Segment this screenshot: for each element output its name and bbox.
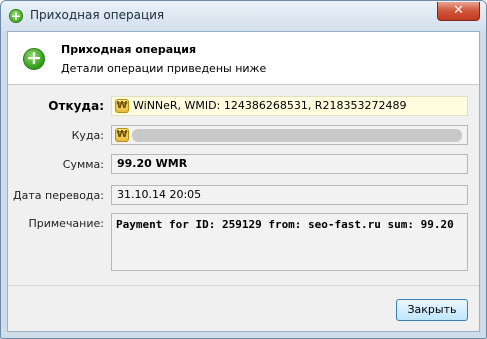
date-value: 31.10.14 20:05 [117,188,202,201]
footer-divider [8,285,479,286]
from-label: Откуда: [48,99,104,113]
from-field[interactable]: ₩ WiNNeR, WMID: 124386268531, R218353272… [111,96,468,116]
window-title: Приходная операция [30,8,165,22]
wm-passport-icon: ₩ [115,99,129,113]
amount-value: 99.20 WMR [117,157,188,170]
amount-label: Сумма: [62,158,104,171]
to-field[interactable]: ₩ [111,125,468,145]
note-value: Payment for ID: 259129 from: seo-fast.ru… [116,218,454,231]
to-label: Куда: [71,129,104,142]
amount-field: 99.20 WMR [111,154,468,174]
header-subtitle: Детали операции приведены ниже [61,62,267,75]
redacted-value [132,129,462,142]
date-field: 31.10.14 20:05 [111,185,468,205]
wm-passport-icon: ₩ [115,128,129,142]
note-field[interactable]: Payment for ID: 259129 from: seo-fast.ru… [111,213,468,271]
dialog-body: + Приходная операция Детали операции при… [7,31,480,332]
header-title: Приходная операция [61,43,197,56]
dialog-header: + Приходная операция Детали операции при… [8,32,479,85]
from-value: WiNNeR, WMID: 124386268531, R21835327248… [133,99,407,112]
close-button[interactable]: Закрыть [396,299,468,321]
note-label: Примечание: [28,217,104,230]
date-label: Дата перевода: [13,189,104,202]
plus-circle-icon: + [9,9,23,23]
title-bar[interactable]: + Приходная операция ✕ [1,1,486,31]
window-close-button[interactable]: ✕ [437,2,480,21]
plus-circle-icon: + [23,48,45,70]
dialog-window: + Приходная операция ✕ + Приходная опера… [0,0,487,339]
